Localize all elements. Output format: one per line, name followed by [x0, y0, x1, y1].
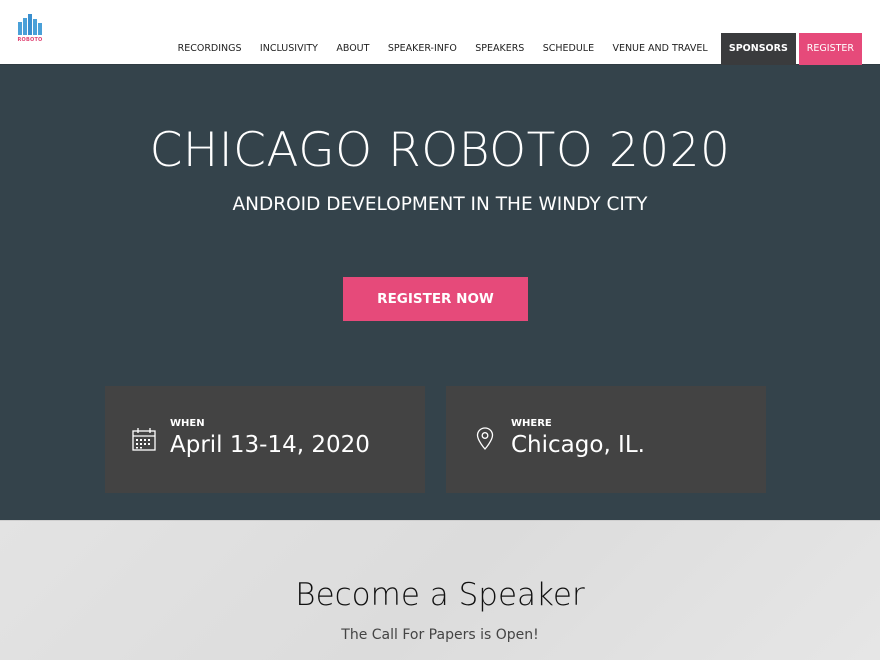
hero-section: CHICAGO ROBOTO 2020 ANDROID DEVELOPMENT …: [0, 65, 880, 520]
nav-schedule[interactable]: SCHEDULE: [534, 33, 604, 65]
where-card: WHERE Chicago, IL.: [446, 386, 766, 493]
calendar-icon: [131, 426, 157, 452]
when-label: WHEN: [170, 418, 205, 429]
robot-skyline-icon: [18, 14, 42, 35]
nav-recordings[interactable]: RECORDINGS: [168, 33, 250, 65]
become-speaker-section: Become a Speaker The Call For Papers is …: [0, 520, 880, 660]
location-pin-icon: [472, 426, 498, 452]
where-label: WHERE: [511, 418, 552, 429]
nav-inclusivity[interactable]: INCLUSIVITY: [251, 33, 327, 65]
event-date: April 13-14, 2020: [170, 432, 370, 458]
nav-about[interactable]: ABOUT: [327, 33, 378, 65]
site-logo[interactable]: ROBOTO: [16, 14, 44, 46]
nav-register-button[interactable]: REGISTER: [798, 33, 862, 65]
top-navigation-bar: ROBOTO RECORDINGS INCLUSIVITY ABOUT SPEA…: [0, 0, 880, 65]
speaker-section-subtitle: The Call For Papers is Open!: [341, 627, 539, 643]
when-card: WHEN April 13-14, 2020: [105, 386, 425, 493]
hero-subtitle: ANDROID DEVELOPMENT IN THE WINDY CITY: [232, 194, 648, 215]
speaker-section-title: Become a Speaker: [295, 577, 585, 613]
register-now-button[interactable]: REGISTER NOW: [343, 277, 528, 321]
main-nav: RECORDINGS INCLUSIVITY ABOUT SPEAKER-INF…: [168, 33, 862, 65]
logo-text: ROBOTO: [17, 37, 43, 43]
nav-venue-and-travel[interactable]: VENUE AND TRAVEL: [603, 33, 717, 65]
nav-speaker-info[interactable]: SPEAKER-INFO: [379, 33, 466, 65]
nav-speakers[interactable]: SPEAKERS: [466, 33, 534, 65]
event-location: Chicago, IL.: [511, 432, 645, 458]
hero-title: CHICAGO ROBOTO 2020: [149, 123, 731, 178]
nav-sponsors-button[interactable]: SPONSORS: [720, 33, 796, 65]
